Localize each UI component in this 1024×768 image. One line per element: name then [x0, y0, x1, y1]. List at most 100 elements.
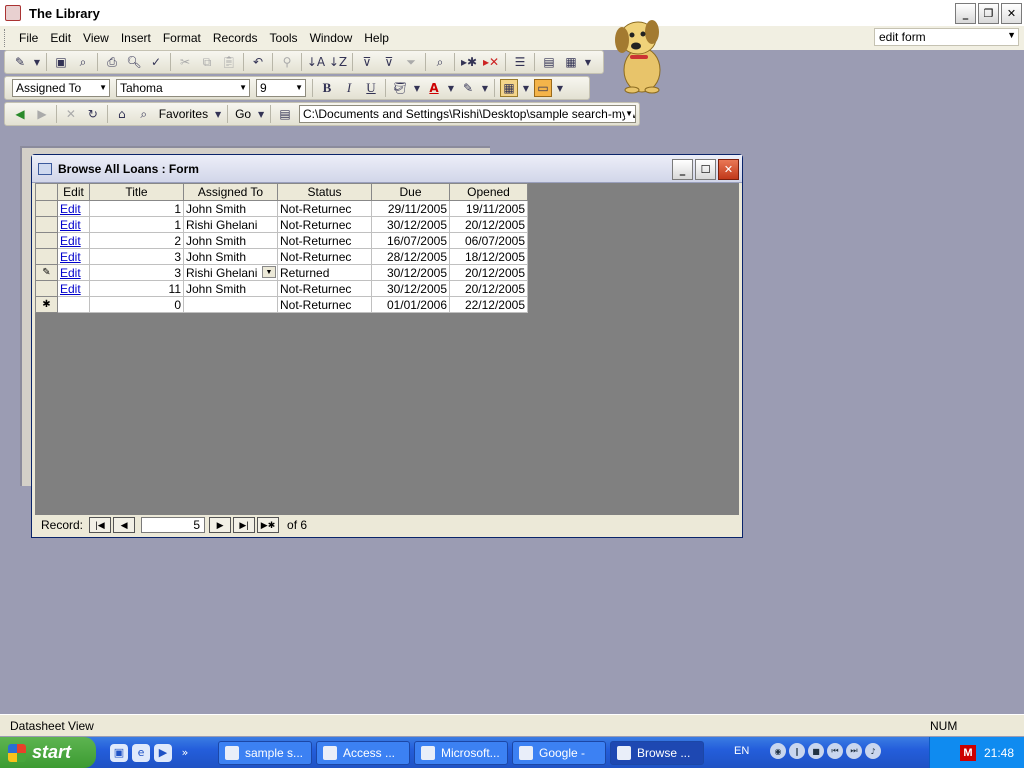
- column-header-opened[interactable]: Opened: [449, 183, 528, 201]
- menu-help[interactable]: Help: [358, 31, 395, 45]
- show-only-web-toolbar-icon[interactable]: ▤: [276, 105, 294, 123]
- access-key-icon[interactable]: [5, 5, 21, 21]
- edit-link[interactable]: Edit: [60, 218, 81, 232]
- assigned-to-cell[interactable]: John Smith: [183, 248, 278, 265]
- title-cell[interactable]: 0: [89, 296, 184, 313]
- chevron-down-icon[interactable]: ▼: [447, 79, 455, 97]
- show-desktop-icon[interactable]: ▣: [110, 743, 128, 762]
- form-maximize-button[interactable]: ☐: [695, 159, 716, 180]
- opened-cell[interactable]: 20/12/2005: [449, 264, 528, 281]
- assigned-to-cell[interactable]: John Smith: [183, 232, 278, 249]
- edit-link[interactable]: Edit: [60, 234, 81, 248]
- menu-edit[interactable]: Edit: [44, 31, 77, 45]
- home-icon[interactable]: ⌂: [113, 105, 131, 123]
- chevron-down-icon[interactable]: ▼: [99, 83, 107, 92]
- chevron-down-icon[interactable]: ▼: [295, 83, 303, 92]
- assigned-to-cell[interactable]: John Smith: [183, 280, 278, 297]
- task-sample-search[interactable]: sample s...: [218, 740, 312, 765]
- media-player-icon[interactable]: ▶: [154, 743, 172, 762]
- font-size-select[interactable]: 9 ▼: [256, 79, 306, 97]
- filter-by-selection-icon[interactable]: ⊽: [358, 53, 376, 71]
- app-close-button[interactable]: ✕: [1001, 3, 1022, 24]
- chevron-down-icon[interactable]: ▼: [625, 109, 634, 118]
- next-track-icon[interactable]: ⏭: [846, 743, 862, 759]
- opened-cell[interactable]: 20/12/2005: [449, 280, 528, 297]
- menu-format[interactable]: Format: [157, 31, 207, 45]
- task-google[interactable]: Google -: [512, 740, 606, 765]
- chevron-down-icon[interactable]: ▼: [214, 105, 222, 123]
- last-record-button[interactable]: ▶|: [233, 517, 256, 533]
- database-window-icon[interactable]: ▤: [540, 53, 558, 71]
- sort-descending-icon[interactable]: ↓Z: [329, 53, 347, 71]
- table-row[interactable]: Edit 2 John Smith Not-Returnec 16/07/200…: [35, 232, 528, 249]
- title-cell[interactable]: 11: [89, 280, 184, 297]
- status-cell[interactable]: Not-Returnec: [277, 296, 372, 313]
- opened-cell[interactable]: 19/11/2005: [449, 200, 528, 217]
- chevron-down-icon[interactable]: ▼: [262, 266, 276, 278]
- edit-link[interactable]: Edit: [60, 202, 81, 216]
- save-icon[interactable]: ▣: [52, 53, 70, 71]
- chevron-down-icon[interactable]: ▼: [33, 53, 41, 71]
- undo-icon[interactable]: ↶: [249, 53, 267, 71]
- menu-window[interactable]: Window: [304, 31, 359, 45]
- find-icon[interactable]: ⌕: [431, 53, 449, 71]
- fill-color-icon[interactable]: 🪣︎: [391, 79, 409, 97]
- menu-view[interactable]: View: [77, 31, 115, 45]
- assigned-to-combo[interactable]: Rishi Ghelani ▼: [183, 264, 278, 281]
- table-row[interactable]: Edit 3 John Smith Not-Returnec 28/12/200…: [35, 248, 528, 265]
- due-cell[interactable]: 30/12/2005: [371, 216, 450, 233]
- menu-tools[interactable]: Tools: [264, 31, 304, 45]
- previous-track-icon[interactable]: ⏮: [827, 743, 843, 759]
- menubar-grip[interactable]: [4, 29, 7, 47]
- properties-icon[interactable]: ☰: [511, 53, 529, 71]
- column-header-due[interactable]: Due: [371, 183, 450, 201]
- app-minimize-button[interactable]: _: [955, 3, 976, 24]
- clock[interactable]: 21:48: [984, 746, 1014, 760]
- assigned-to-cell[interactable]: John Smith: [183, 200, 278, 217]
- record-selector[interactable]: [35, 200, 58, 217]
- refresh-icon[interactable]: ↻: [84, 105, 102, 123]
- chevron-down-icon[interactable]: ▼: [481, 79, 489, 97]
- new-record-row[interactable]: ✱ 0 Not-Returnec 01/01/2006 22/12/2005: [35, 296, 528, 313]
- due-cell[interactable]: 30/12/2005: [371, 264, 450, 281]
- browse-all-loans-form[interactable]: Browse All Loans : Form _ ☐ ✕ Edit Title…: [31, 154, 743, 538]
- due-cell[interactable]: 28/12/2005: [371, 248, 450, 265]
- record-number-input[interactable]: [141, 517, 206, 533]
- stop-icon[interactable]: ■: [808, 743, 824, 759]
- task-access[interactable]: Access ...: [316, 740, 410, 765]
- new-record-icon[interactable]: ▸✱: [460, 53, 478, 71]
- opened-cell[interactable]: 18/12/2005: [449, 248, 528, 265]
- chevron-down-icon[interactable]: ▼: [413, 79, 421, 97]
- stop-icon[interactable]: ✕: [62, 105, 80, 123]
- record-selector[interactable]: [35, 216, 58, 233]
- cut-icon[interactable]: ✂: [176, 53, 194, 71]
- assigned-to-cell[interactable]: [183, 296, 278, 313]
- status-cell[interactable]: Not-Returnec: [277, 216, 372, 233]
- record-selector[interactable]: [35, 232, 58, 249]
- ask-a-question-box[interactable]: edit form ▼: [874, 28, 1019, 46]
- special-effect-icon[interactable]: ▭: [534, 79, 552, 97]
- first-record-button[interactable]: |◀: [89, 517, 112, 533]
- due-cell[interactable]: 30/12/2005: [371, 280, 450, 297]
- paste-icon[interactable]: 📋︎: [220, 53, 238, 71]
- insert-hyperlink-icon[interactable]: ⚲: [278, 53, 296, 71]
- internet-explorer-icon[interactable]: e: [132, 743, 150, 762]
- status-cell[interactable]: Not-Returnec: [277, 200, 372, 217]
- view-icon[interactable]: ✎: [11, 53, 29, 71]
- status-cell[interactable]: Not-Returnec: [277, 280, 372, 297]
- filter-by-form-icon[interactable]: ⊽: [380, 53, 398, 71]
- copy-icon[interactable]: ⧉: [198, 53, 216, 71]
- due-cell[interactable]: 29/11/2005: [371, 200, 450, 217]
- new-record-icon[interactable]: ✱: [35, 296, 58, 313]
- language-indicator[interactable]: EN: [734, 745, 749, 757]
- column-header-edit[interactable]: Edit: [57, 183, 90, 201]
- status-cell[interactable]: Returned: [277, 264, 372, 281]
- chevron-down-icon[interactable]: ▼: [239, 83, 247, 92]
- rocky-dog-icon[interactable]: [608, 8, 672, 94]
- table-row[interactable]: Edit 11 John Smith Not-Returnec 30/12/20…: [35, 280, 528, 297]
- form-titlebar[interactable]: Browse All Loans : Form _ ☐ ✕: [32, 155, 742, 183]
- column-header-status[interactable]: Status: [277, 183, 372, 201]
- sort-ascending-icon[interactable]: ↓A: [307, 53, 325, 71]
- edit-link[interactable]: Edit: [60, 250, 81, 264]
- chevron-down-icon[interactable]: ▼: [556, 79, 564, 97]
